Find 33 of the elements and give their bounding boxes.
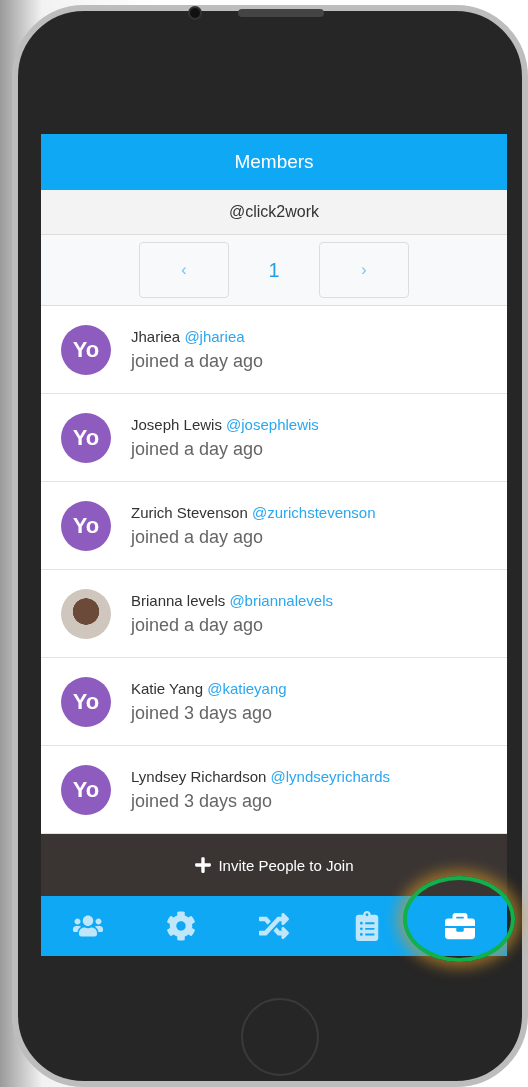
avatar-logo: Yo xyxy=(61,676,111,727)
member-name: Jhariea @jhariea xyxy=(131,327,246,345)
joined-time: joined a day ago xyxy=(131,350,264,372)
camera-icon xyxy=(188,5,202,20)
avatar-logo: Yo xyxy=(61,500,111,551)
joined-time: joined a day ago xyxy=(131,438,265,460)
member-name: Lyndsey Richardson @lyndseyrichards xyxy=(131,767,390,785)
speaker-icon xyxy=(238,8,324,17)
member-row[interactable]: Brianna levels @briannalevels joined a day ago xyxy=(41,570,507,658)
member-row[interactable]: Yo Zurich Stevenson @zurichstevenson joined a day ago xyxy=(41,482,507,570)
page-number: 1 xyxy=(267,258,281,282)
avatar-logo: Yo xyxy=(61,764,111,815)
member-name: Brianna levels @briannalevels xyxy=(131,591,333,609)
member-row[interactable]: Yo Joseph Lewis @josephlewis joined a day ago xyxy=(41,394,507,482)
member-name: Zurich Stevenson @zurichstevenson xyxy=(131,503,376,521)
settings-icon[interactable] xyxy=(165,911,196,941)
briefcase-icon[interactable] xyxy=(445,911,476,941)
photo-placeholder xyxy=(61,588,111,639)
group-handle: @click2work xyxy=(41,190,507,235)
invite-button[interactable]: Invite People to Join xyxy=(41,834,507,896)
header-title: Members xyxy=(41,134,507,190)
joined-time: joined a day ago xyxy=(131,526,265,548)
member-name: Katie Yang @katieyang xyxy=(131,679,287,697)
avatar-logo: Yo xyxy=(61,324,111,375)
plus-icon xyxy=(194,856,213,874)
avatar-logo: Yo xyxy=(61,412,111,463)
joined-time: joined a day ago xyxy=(131,614,265,636)
member-row[interactable]: Yo Jhariea @jhariea joined a day ago xyxy=(41,306,507,394)
shuffle-icon[interactable] xyxy=(258,911,289,941)
member-name: Joseph Lewis @josephlewis xyxy=(131,415,319,433)
member-row[interactable]: Yo Katie Yang @katieyang joined 3 days ago xyxy=(41,658,507,746)
joined-time: joined 3 days ago xyxy=(131,790,274,812)
joined-time: joined 3 days ago xyxy=(131,702,274,724)
